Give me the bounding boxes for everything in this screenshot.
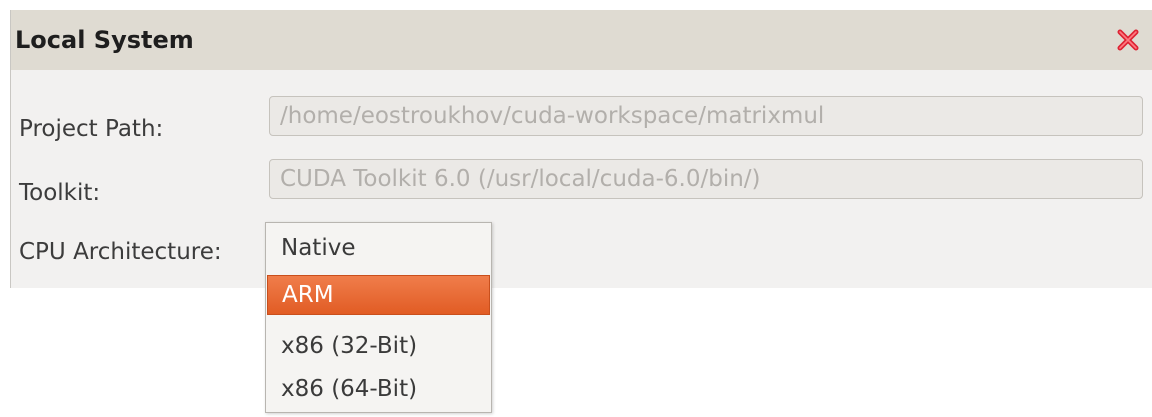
option-x86-64bit[interactable]: x86 (64-Bit) — [267, 369, 490, 409]
toolkit-label: Toolkit: — [19, 180, 101, 206]
cpu-architecture-label: CPU Architecture: — [19, 239, 222, 265]
cpu-architecture-dropdown-menu[interactable]: Native ARM x86 (32-Bit) x86 (64-Bit) — [265, 222, 492, 413]
option-arm-selected[interactable]: ARM — [267, 275, 490, 315]
local-system-panel: Local System Project Path: /home/eostrou… — [10, 10, 1152, 288]
close-icon[interactable] — [1115, 27, 1141, 53]
project-path-label: Project Path: — [19, 116, 164, 142]
project-path-field[interactable]: /home/eostroukhov/cuda-workspace/matrixm… — [269, 96, 1143, 136]
option-x86-32bit[interactable]: x86 (32-Bit) — [267, 326, 490, 366]
title-bar: Local System — [11, 10, 1152, 70]
toolkit-field[interactable]: CUDA Toolkit 6.0 (/usr/local/cuda-6.0/bi… — [269, 159, 1143, 199]
option-native[interactable]: Native — [267, 228, 490, 268]
dialog-title: Local System — [15, 26, 194, 54]
